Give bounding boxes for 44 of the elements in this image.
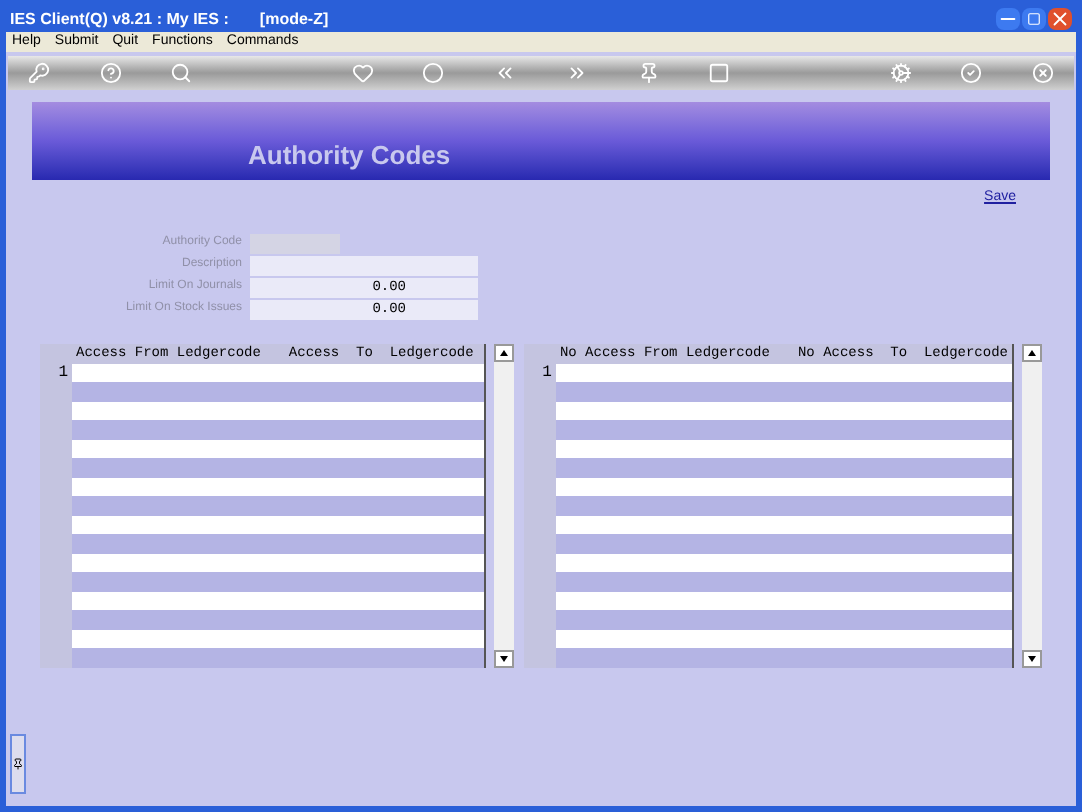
scrollbar[interactable] bbox=[493, 343, 514, 667]
square-icon[interactable] bbox=[708, 62, 731, 84]
minimize-icon[interactable] bbox=[996, 8, 1020, 30]
search-icon[interactable] bbox=[170, 62, 193, 84]
grid-row[interactable] bbox=[555, 572, 1012, 591]
grid-row[interactable] bbox=[72, 648, 484, 667]
banner-title: Authority Codes bbox=[248, 137, 451, 174]
scroll-up-icon[interactable] bbox=[1022, 343, 1042, 361]
close-icon[interactable] bbox=[1048, 8, 1072, 30]
grid-row[interactable] bbox=[72, 496, 484, 515]
grid-row[interactable] bbox=[555, 420, 1012, 439]
grid-row[interactable] bbox=[72, 610, 484, 629]
grid-row[interactable] bbox=[555, 382, 1012, 401]
grid-row[interactable] bbox=[72, 420, 484, 439]
scroll-down-icon[interactable] bbox=[1022, 649, 1042, 667]
grid-row[interactable] bbox=[555, 496, 1012, 515]
heart-icon[interactable] bbox=[351, 62, 374, 84]
input-field[interactable] bbox=[250, 233, 340, 253]
grid-row[interactable] bbox=[72, 534, 484, 553]
side-widget[interactable] bbox=[10, 734, 26, 794]
grid-row[interactable] bbox=[555, 610, 1012, 629]
grid-row[interactable] bbox=[72, 382, 484, 401]
double-left-icon[interactable] bbox=[494, 62, 517, 84]
row-number: 1 bbox=[56, 363, 70, 381]
input-field[interactable] bbox=[250, 255, 478, 275]
maximize-icon[interactable] bbox=[1022, 8, 1046, 30]
close-icon[interactable] bbox=[1031, 62, 1054, 84]
scrollbar[interactable] bbox=[1022, 343, 1042, 667]
window-title: IES Client(Q) v8.21 : My IES : [mode-Z] bbox=[10, 7, 329, 31]
scroll-up-icon[interactable] bbox=[493, 343, 514, 361]
row-number: 1 bbox=[540, 363, 554, 381]
grid-row[interactable] bbox=[72, 572, 484, 591]
check-icon[interactable] bbox=[960, 62, 983, 84]
gear-icon[interactable] bbox=[889, 62, 912, 84]
help-icon[interactable] bbox=[99, 62, 122, 84]
scroll-down-icon[interactable] bbox=[493, 649, 514, 667]
key-icon[interactable] bbox=[28, 62, 50, 84]
grid-row[interactable] bbox=[555, 534, 1012, 553]
double-right-icon[interactable] bbox=[565, 62, 588, 84]
grid-row[interactable] bbox=[72, 458, 484, 477]
circle-icon[interactable] bbox=[422, 62, 445, 84]
pin-icon[interactable] bbox=[12, 758, 24, 770]
grid-row[interactable] bbox=[555, 458, 1012, 477]
grid-row[interactable] bbox=[555, 648, 1012, 667]
